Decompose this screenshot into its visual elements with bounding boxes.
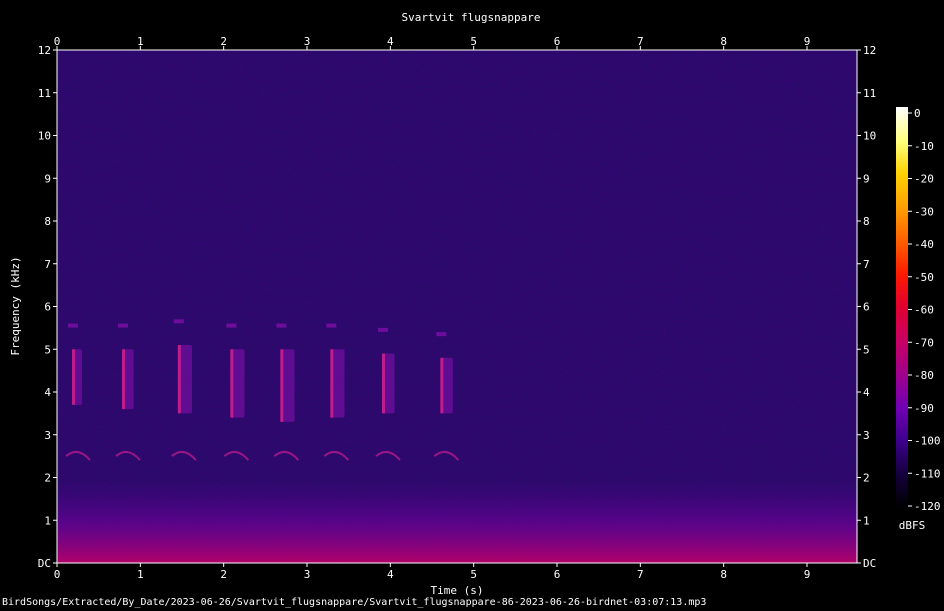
x-tick-label-bottom: 7	[637, 568, 644, 581]
y-tick-label-right: 4	[863, 386, 870, 399]
y-tick-label-right: 3	[863, 429, 870, 442]
colorbar-tick-label: -70	[914, 336, 934, 349]
call-harmonic	[173, 319, 184, 324]
file-path: BirdSongs/Extracted/By_Date/2023-06-26/S…	[2, 597, 707, 608]
call-onset	[122, 349, 125, 410]
colorbar-tick-label: -30	[914, 205, 934, 218]
call-onset	[230, 349, 234, 418]
plot-area	[56, 49, 858, 564]
x-tick-label-top: 9	[804, 35, 811, 48]
y-tick-label-left: 1	[44, 514, 51, 527]
x-tick-label-top: 3	[304, 35, 311, 48]
y-tick-label-right: 9	[863, 172, 870, 185]
y-axis-label: Frequency (kHz)	[9, 256, 22, 355]
y-tick-label-right: 11	[863, 87, 876, 100]
x-tick-label-top: 1	[137, 35, 144, 48]
y-tick-label-left: 3	[44, 429, 51, 442]
call-harmonic	[68, 323, 78, 328]
y-tick-label-right: 6	[863, 301, 870, 314]
y-tick-label-left: 5	[44, 343, 51, 356]
y-tick-label-left: DC	[38, 557, 51, 570]
colorbar-tick-label: -40	[914, 238, 934, 251]
call-onset	[280, 349, 284, 422]
call-onset	[72, 349, 75, 405]
y-tick-label-right: 1	[863, 514, 870, 527]
y-tick-label-right: 7	[863, 258, 870, 271]
colorbar-tick-label: 0	[914, 107, 921, 120]
x-tick-label-top: 8	[720, 35, 727, 48]
y-tick-label-right: 2	[863, 472, 870, 485]
colorbar-tick-label: -110	[914, 467, 941, 480]
x-tick-label-top: 6	[554, 35, 561, 48]
y-tick-label-left: 8	[44, 215, 51, 228]
call-harmonic	[436, 332, 447, 337]
colorbar-tick-label: -100	[914, 435, 941, 448]
colorbar-label: dBFS	[899, 519, 926, 532]
low-frequency-band	[57, 480, 857, 563]
x-tick-label-bottom: 8	[720, 568, 727, 581]
x-tick-label-bottom: 4	[387, 568, 394, 581]
x-tick-label-bottom: 2	[220, 568, 227, 581]
y-tick-label-left: 9	[44, 172, 51, 185]
colorbar-tick-label: -90	[914, 402, 934, 415]
y-tick-label-left: 2	[44, 472, 51, 485]
y-tick-label-left: 12	[38, 44, 51, 57]
spectrogram-chart: Svartvit flugsnappare 001122334455667788…	[9, 11, 941, 597]
call-onset	[177, 344, 181, 414]
call-harmonic	[276, 323, 287, 328]
x-tick-label-top: 0	[54, 35, 61, 48]
colorbar-tick-label: -10	[914, 140, 934, 153]
call-harmonic	[226, 323, 237, 328]
colorbar: 0 -10 -20 -30 -40 -50 -60 -70 -80 -90 -100 -110 -120…	[896, 107, 941, 532]
x-tick-label-top: 5	[470, 35, 477, 48]
x-tick-label-bottom: 1	[137, 568, 144, 581]
y-tick-label-right: 10	[863, 130, 876, 143]
call-harmonic	[378, 327, 388, 332]
x-tick-label-bottom: 3	[304, 568, 311, 581]
y-tick-label-left: 10	[38, 130, 51, 143]
call-onset	[440, 357, 444, 414]
call-harmonic	[118, 323, 128, 328]
y-tick-label-right: 8	[863, 215, 870, 228]
x-tick-label-bottom: 5	[470, 568, 477, 581]
x-tick-label-bottom: 9	[804, 568, 811, 581]
chart-title: Svartvit flugsnappare	[401, 11, 540, 24]
colorbar-ticks: 0 -10 -20 -30 -40 -50 -60 -70 -80 -90 -100 -110 -120	[908, 107, 941, 513]
colorbar-tick-label: -20	[914, 173, 934, 186]
x-tick-label-top: 4	[387, 35, 394, 48]
colorbar-tick-label: -120	[914, 500, 941, 513]
x-axis-label: Time (s)	[431, 584, 484, 597]
y-tick-label-left: 6	[44, 301, 51, 314]
y-tick-label-left: 4	[44, 386, 51, 399]
colorbar-bar	[896, 107, 908, 508]
x-tick-label-bottom: 0	[54, 568, 61, 581]
colorbar-tick-label: -50	[914, 271, 934, 284]
y-tick-label-left: 11	[38, 87, 51, 100]
x-tick-label-top: 2	[220, 35, 227, 48]
colorbar-tick-label: -80	[914, 369, 934, 382]
colorbar-tick-label: -60	[914, 304, 934, 317]
y-tick-label-right: DC	[863, 557, 876, 570]
y-tick-label-right: 12	[863, 44, 876, 57]
y-tick-label-right: 5	[863, 343, 870, 356]
call-harmonic	[326, 323, 337, 328]
x-tick-label-top: 7	[637, 35, 644, 48]
call-onset	[382, 353, 385, 414]
x-tick-label-bottom: 6	[554, 568, 561, 581]
call-onset	[330, 349, 334, 418]
y-tick-label-left: 7	[44, 258, 51, 271]
